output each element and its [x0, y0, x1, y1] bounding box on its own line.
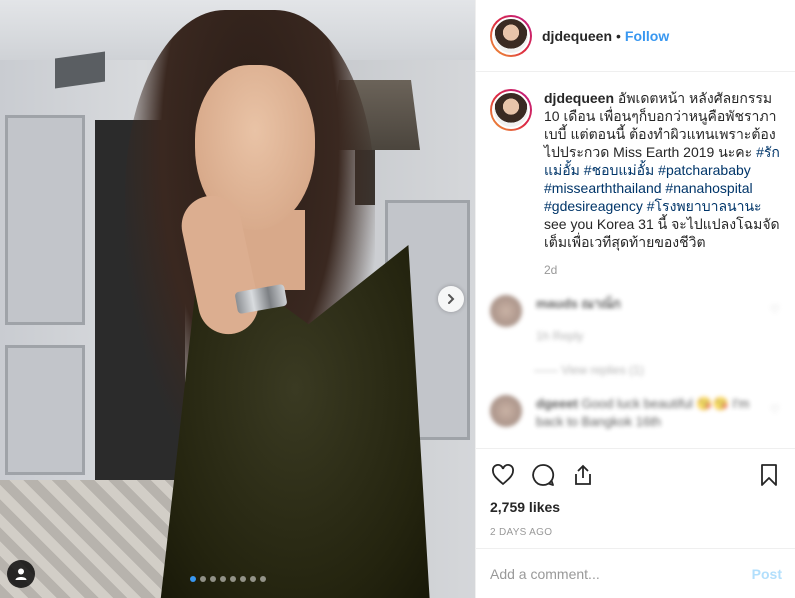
share-icon[interactable] [570, 462, 596, 488]
post-date[interactable]: 2 DAYS AGO [490, 527, 782, 538]
view-replies-label: View replies (1) [561, 363, 644, 377]
avatar[interactable] [492, 16, 530, 55]
avatar[interactable] [490, 295, 522, 327]
comment-input[interactable] [490, 565, 752, 582]
caption-body: djdequeen อัพเดตหน้า หลังศัลยกรรม 10 เดื… [544, 89, 780, 251]
hashtag-link[interactable]: #missearththailand [544, 180, 662, 196]
comments-list[interactable]: djdequeen อัพเดตหน้า หลังศัลยกรรม 10 เดื… [476, 73, 795, 448]
carousel-dot [260, 576, 266, 582]
post-actions: 2,759 likes 2 DAYS AGO [476, 448, 795, 538]
bookmark-icon[interactable] [756, 462, 782, 488]
header-username[interactable]: djdequeen [542, 28, 612, 44]
wall-panel [5, 345, 85, 475]
comment-like-icon[interactable]: ♡ [770, 303, 780, 316]
follow-button[interactable]: Follow [625, 28, 669, 44]
next-photo-button[interactable] [438, 286, 464, 312]
carousel-dot [230, 576, 236, 582]
hashtag-link[interactable]: #ชอบแม่อั้ม [584, 162, 654, 178]
post-comment-button[interactable]: Post [752, 566, 782, 582]
hashtag-link[interactable]: #โรงพยาบาลนานะ [647, 198, 762, 214]
carousel-dot [200, 576, 206, 582]
comment-item: dgeeet Good luck beautiful 😘😘 I'm back t… [490, 395, 780, 431]
header-separator: • [616, 27, 621, 44]
comment-like-icon[interactable]: ♡ [770, 403, 780, 416]
caption: djdequeen อัพเดตหน้า หลังศัลยกรรม 10 เดื… [490, 89, 780, 251]
post-header: djdequeen • Follow [476, 0, 795, 72]
heart-icon[interactable] [490, 462, 516, 488]
carousel-dot [190, 576, 196, 582]
carousel-dot [220, 576, 226, 582]
comment-bubble-icon[interactable] [530, 462, 556, 488]
carousel-dot [240, 576, 246, 582]
comment-meta[interactable]: 1h Reply [536, 327, 621, 345]
hashtag-link[interactable]: #patcharababy [658, 162, 751, 178]
avatar[interactable] [490, 395, 522, 427]
carousel-indicator [190, 576, 266, 582]
caption-username[interactable]: djdequeen [544, 90, 614, 106]
carousel-dot [250, 576, 256, 582]
caption-tail: see you Korea 31 นี้ จะไปแปลงโฉมจัดเต็มเ… [544, 216, 780, 250]
hashtag-link[interactable]: #nanahospital [665, 180, 752, 196]
user-icon [15, 568, 27, 580]
story-ring[interactable] [490, 14, 532, 57]
comment-item: mauds ณาณ็ก 1h Reply ♡ [490, 295, 780, 345]
wall-panel [5, 115, 85, 325]
add-comment-bar: Post [476, 548, 795, 598]
hashtag-link[interactable]: #gdesireagency [544, 198, 643, 214]
story-ring[interactable] [490, 89, 532, 131]
replies-line: —— [534, 363, 558, 377]
avatar[interactable] [492, 91, 530, 129]
post-photo[interactable] [0, 0, 475, 598]
chevron-right-icon [448, 294, 455, 304]
comment-username[interactable]: dgeeet [536, 396, 578, 411]
likes-count[interactable]: 2,759 likes [490, 499, 782, 515]
view-replies-link[interactable]: —— View replies (1) [534, 363, 780, 377]
post-side-panel: djdequeen • Follow djdequeen อัพเดตหน้า … [475, 0, 795, 598]
caption-age[interactable]: 2d [544, 263, 780, 277]
user-tags-button[interactable] [7, 560, 35, 588]
comment-username[interactable]: mauds ณาณ็ก [536, 296, 621, 311]
carousel-dot [210, 576, 216, 582]
